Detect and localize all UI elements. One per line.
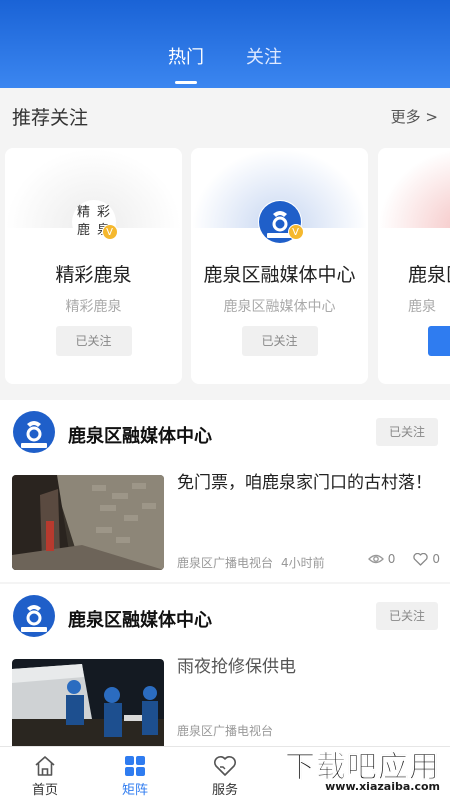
repair-photo-image	[12, 659, 164, 754]
home-icon	[35, 756, 55, 776]
nav-home-label: 首页	[31, 783, 58, 798]
top-tabs: 热门 关注	[0, 44, 450, 84]
recommend-header: 推荐关注 更多 >	[0, 88, 450, 144]
post-title[interactable]: 雨夜抢修保供电	[177, 654, 439, 680]
media-center-logo-icon	[13, 411, 55, 453]
followed-button[interactable]: 已关注	[241, 326, 318, 356]
logo-char: 精	[76, 205, 90, 220]
post-thumbnail[interactable]	[12, 659, 164, 754]
bottom-nav: 首页 矩阵 服务	[0, 746, 450, 800]
author-name[interactable]: 鹿泉区融媒体中心	[68, 606, 212, 632]
post-source: 鹿泉区广播电视台	[177, 724, 274, 738]
followed-button[interactable]: 已关注	[55, 326, 132, 356]
tab-follow[interactable]: 关注	[246, 44, 282, 84]
grid-icon	[125, 756, 145, 776]
verified-icon: V	[101, 224, 118, 240]
heart-icon[interactable]	[413, 552, 429, 566]
eye-icon	[367, 554, 384, 564]
recommend-card[interactable]: 精 彩 鹿 泉 V 精彩鹿泉 精彩鹿泉 已关注	[5, 148, 182, 384]
nav-service-label: 服务	[211, 783, 238, 798]
post-thumbnail[interactable]	[12, 475, 164, 570]
card-subtitle: 精彩鹿泉	[65, 299, 122, 315]
card-subtitle: 鹿泉区融媒体中心	[223, 299, 336, 315]
more-link[interactable]: 更多 >	[391, 106, 438, 127]
post-meta: 鹿泉区广播电视台	[177, 722, 281, 739]
top-header: 热门 关注	[0, 0, 450, 88]
recommend-card[interactable]: V 鹿泉区融媒体中心 鹿泉区融媒体中心 已关注	[191, 148, 368, 384]
recommend-cards: 精 彩 鹿 泉 V 精彩鹿泉 精彩鹿泉 已关注 V 鹿泉区融媒体中心 鹿泉区融媒…	[0, 148, 450, 384]
recommend-card[interactable]: 鹿泉区 鹿泉 +	[378, 148, 450, 384]
card-name: 精彩鹿泉	[55, 264, 132, 286]
recommend-title: 推荐关注	[12, 106, 89, 129]
author-name[interactable]: 鹿泉区融媒体中心	[68, 422, 212, 448]
like-count: 0	[432, 552, 440, 566]
post-source: 鹿泉区广播电视台	[177, 556, 274, 570]
card-glow	[378, 148, 450, 228]
nav-home[interactable]: 首页	[0, 747, 90, 800]
village-photo-image	[12, 475, 164, 570]
nav-matrix[interactable]: 矩阵	[90, 747, 180, 800]
feed-post[interactable]: 鹿泉区融媒体中心 已关注 免门票，咱鹿泉家门口的古村落！ 鹿泉区广播电视台 4小时…	[0, 400, 450, 582]
card-name: 鹿泉区融媒体中心	[203, 264, 356, 286]
followed-button[interactable]: 已关注	[376, 418, 438, 446]
view-count: 0	[387, 552, 396, 566]
logo-char: 鹿	[76, 223, 90, 238]
verified-icon: V	[287, 224, 304, 240]
avatar[interactable]	[12, 410, 56, 454]
feed-list: 鹿泉区融媒体中心 已关注 免门票，咱鹿泉家门口的古村落！ 鹿泉区广播电视台 4小时…	[0, 400, 450, 754]
heart-hands-icon	[214, 756, 236, 776]
feed-post[interactable]: 鹿泉区融媒体中心 已关注 雨夜抢修保供电 鹿泉区广播电视台	[0, 584, 450, 754]
nav-service[interactable]: 服务	[180, 747, 270, 800]
card-name: 鹿泉区	[408, 264, 450, 286]
tab-hot[interactable]: 热门	[168, 44, 204, 84]
post-meta: 鹿泉区广播电视台 4小时前	[177, 554, 325, 571]
card-subtitle: 鹿泉	[408, 299, 436, 315]
post-time: 4小时前	[281, 556, 325, 570]
avatar[interactable]	[12, 594, 56, 638]
follow-button[interactable]: +	[428, 326, 450, 356]
nav-matrix-label: 矩阵	[121, 783, 148, 798]
followed-button[interactable]: 已关注	[376, 602, 438, 630]
media-center-logo-icon	[13, 595, 55, 637]
post-stats: 0 0	[367, 552, 440, 566]
post-title[interactable]: 免门票，咱鹿泉家门口的古村落！	[177, 470, 439, 496]
logo-char: 彩	[96, 205, 110, 220]
